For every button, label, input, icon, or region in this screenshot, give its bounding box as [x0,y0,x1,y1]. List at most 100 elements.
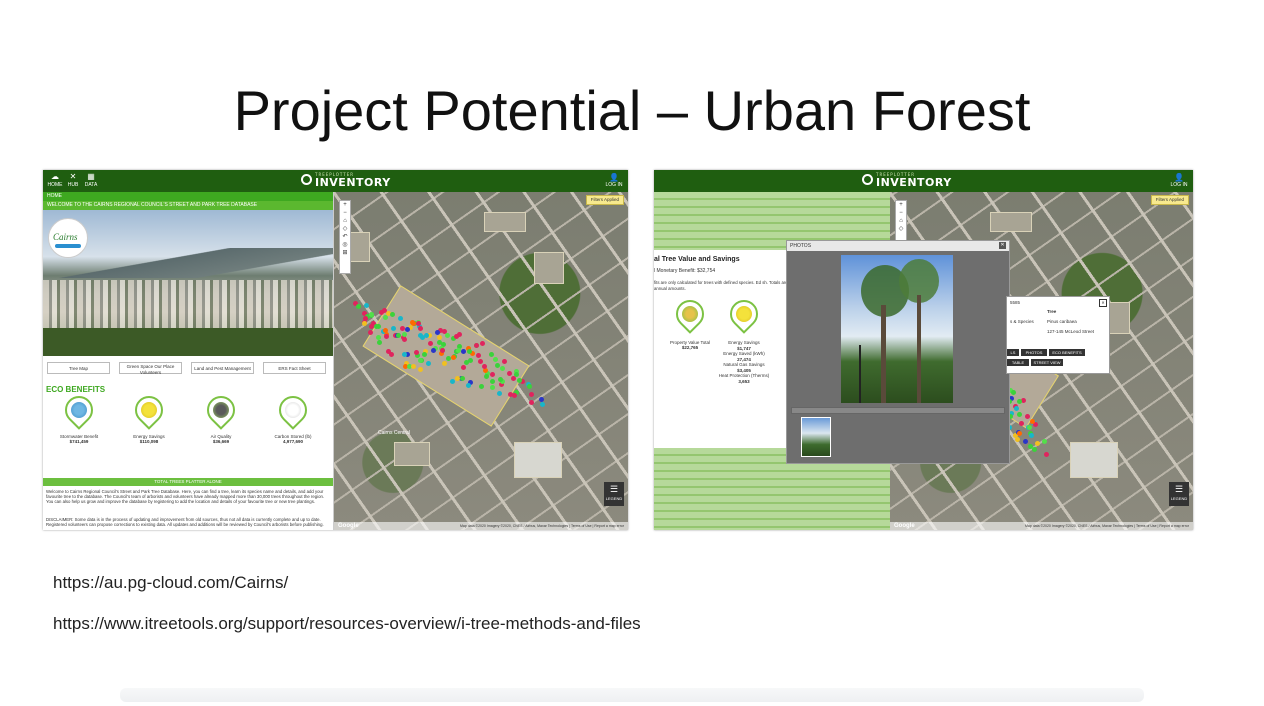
tree-marker[interactable] [409,319,415,325]
zoom-in-button[interactable]: + [896,201,906,209]
tree-marker[interactable] [1016,430,1022,436]
tree-marker[interactable] [1022,438,1028,444]
filters-applied-button-right[interactable]: Filters Applied [1150,195,1189,205]
app-logo-right: TREEPLOTTER INVENTORY [862,172,952,189]
tree-marker[interactable] [467,358,473,364]
tree-marker[interactable] [440,347,446,353]
tree-marker[interactable] [517,377,523,383]
nav-data[interactable]: ▦ DATA [83,172,99,188]
tree-marker[interactable] [355,304,361,310]
photo-thumbnail[interactable] [801,417,831,457]
filters-applied-button[interactable]: Filters Applied [585,195,624,205]
zoom-out-button[interactable]: − [340,209,350,217]
tree-value-heading: al Tree Value and Savings [654,256,740,263]
tree-marker[interactable] [441,360,447,366]
tree-marker[interactable] [539,401,545,407]
tree-marker[interactable] [1041,439,1047,445]
tree-marker[interactable] [1027,424,1033,430]
zoom-out-button[interactable]: − [896,209,906,217]
tree-marker[interactable] [1015,437,1021,443]
tree-marker[interactable] [1018,420,1024,426]
tree-marker[interactable] [477,359,483,365]
tree-marker[interactable] [507,392,513,398]
tree-marker[interactable] [449,378,455,384]
nav-home[interactable]: ☁ HOME [47,172,63,188]
land-pest-button[interactable]: Land and Pest Management [191,362,254,374]
tree-marker[interactable] [401,332,407,338]
details-button[interactable]: LS [1007,349,1019,356]
welcome-panel: HOME WELCOME TO THE CAIRNS REGIONAL COUN… [43,192,334,530]
tree-marker[interactable] [1029,433,1035,439]
tree-marker[interactable] [410,363,416,369]
tree-marker[interactable] [445,332,451,338]
home-breadcrumb[interactable]: HOME [43,192,333,201]
tree-marker[interactable] [423,333,429,339]
home-extent-button[interactable]: ⌂ [896,217,906,225]
layers-button[interactable]: ⊞ [340,249,350,257]
tree-marker[interactable] [361,321,367,327]
zoom-in-button[interactable]: + [340,201,350,209]
photo-scrollbar[interactable] [791,407,1005,414]
tree-marker[interactable] [425,361,431,367]
home-extent-button[interactable]: ⌂ [340,217,350,225]
property-value-pin [670,294,710,334]
tree-marker[interactable] [399,325,405,331]
zoom-controls[interactable]: + − ⌂ ◇ ↶ ◎ ⊞ [339,200,351,274]
stormwater-icon [71,402,87,418]
photos-button[interactable]: PHOTOS [1021,349,1047,356]
tree-marker[interactable] [501,358,507,364]
tree-marker[interactable] [506,371,512,377]
tree-marker[interactable] [395,332,401,338]
tree-marker[interactable] [1043,452,1049,458]
map-view[interactable]: + − ⌂ ◇ ↶ ◎ ⊞ Filters Applied Cairns Cen… [334,192,628,530]
tree-marker[interactable] [404,326,410,332]
tree-marker[interactable] [527,383,533,389]
tree-marker[interactable] [511,393,517,399]
tree-marker[interactable] [528,399,534,405]
tree-marker[interactable] [465,382,471,388]
tree-marker[interactable] [376,339,382,345]
close-icon[interactable]: ✕ [1099,299,1107,307]
nav-hub[interactable]: ✕ HUB [65,172,81,188]
tree-marker[interactable] [364,303,370,309]
tree-marker[interactable] [529,391,535,397]
draw-button[interactable]: ◇ [340,225,350,233]
legend-button-right[interactable]: ☰ LEGEND [1169,482,1189,506]
login-button[interactable]: 👤 LOG IN [604,173,624,188]
volunteers-button[interactable]: Green Space Our Place Volunteers [119,362,182,375]
tree-marker[interactable] [1020,397,1026,403]
tree-marker[interactable] [1013,405,1019,411]
table-button[interactable]: TABLE [1007,359,1029,366]
street-view-button[interactable]: STREET VIEW [1031,359,1063,366]
close-icon[interactable]: ✕ [999,242,1006,249]
tree-marker[interactable] [1016,399,1022,404]
ers-fact-sheet-button[interactable]: ERS Fact Sheet [263,362,326,374]
tree-marker[interactable] [1031,446,1037,452]
tree-marker[interactable] [388,351,394,357]
tree-marker[interactable] [362,316,368,322]
tree-marker[interactable] [490,384,496,390]
tree-marker[interactable] [375,323,381,329]
tree-marker[interactable] [383,314,389,320]
tree-marker[interactable] [497,377,503,383]
tree-marker[interactable] [489,372,495,378]
legend-button[interactable]: ☰ LEGEND [604,482,624,506]
eco-benefits-button[interactable]: ECO BENEFITS [1049,349,1085,356]
tree-marker[interactable] [450,355,456,361]
tree-marker[interactable] [460,375,465,381]
draw-button[interactable]: ◇ [896,225,906,233]
tree-marker[interactable] [418,357,424,363]
locate-button[interactable]: ◎ [340,241,350,249]
tree-marker[interactable] [499,366,505,372]
login-button-right[interactable]: 👤 LOG IN [1169,173,1189,188]
tree-marker[interactable] [1034,441,1040,447]
tree-marker[interactable] [427,340,433,346]
tree-marker[interactable] [466,348,472,354]
tree-marker[interactable] [483,374,489,380]
tree-marker[interactable] [381,307,387,313]
map-attribution: Map data ©2020 Imagery ©2020, CNES / Air… [334,522,628,530]
link-treeplotter[interactable]: https://au.pg-cloud.com/Cairns/ [53,573,288,593]
link-itree[interactable]: https://www.itreetools.org/support/resou… [53,614,641,634]
tree-map-button[interactable]: Tree Map [47,362,110,374]
undo-button[interactable]: ↶ [340,233,350,241]
